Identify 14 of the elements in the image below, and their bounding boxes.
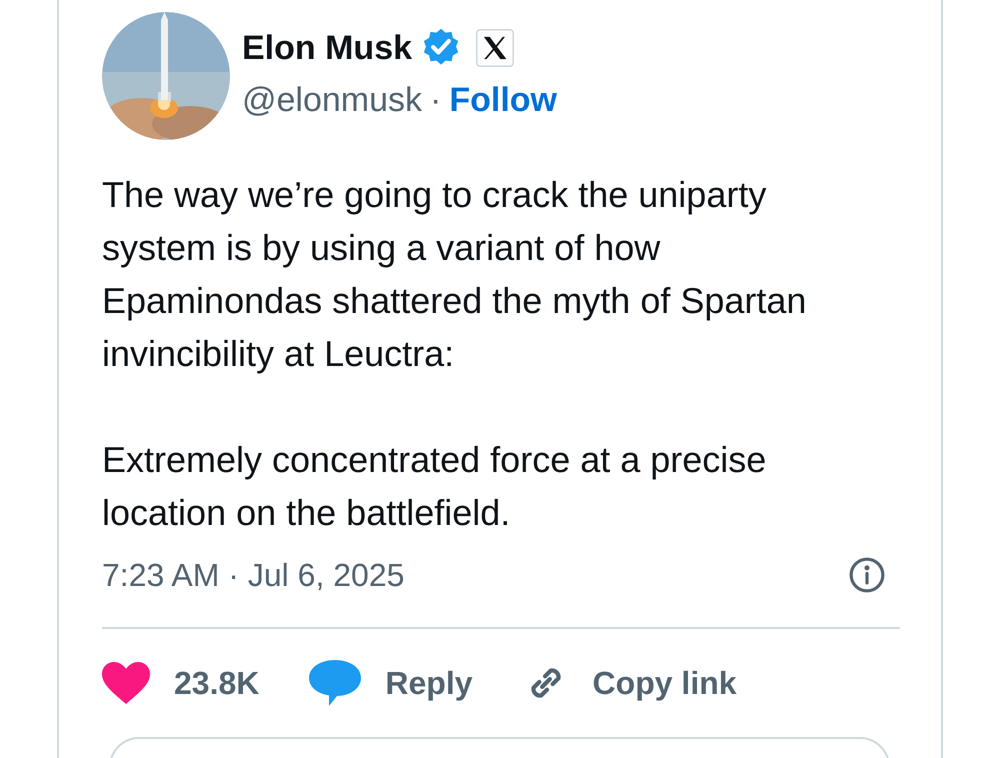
author-name: Elon Musk [242,31,412,65]
separator-dot: · [430,83,442,117]
timestamp: 7:23 AM · Jul 6, 2025 [102,556,404,595]
tweet-text: The way we’re going to crack the uniparty system is by using a variant of how Epaminondas shattered the myth of Spartan invincibility at Leuctra: [102,173,808,376]
like-button[interactable]: 23.8K [102,659,260,707]
heart-icon [102,662,150,704]
speech-bubble-icon [309,660,362,706]
author-handle: @elonmusk [242,83,422,117]
info-icon[interactable] [848,556,886,594]
follow-link[interactable]: Follow [449,83,558,117]
reply-button[interactable]: Reply [309,659,473,707]
x-logo-icon [476,29,514,67]
tweet-text: Extremely concentrated force at a precise location on the battlefield. [102,438,768,535]
copy-link-button[interactable]: Copy link [522,659,737,707]
